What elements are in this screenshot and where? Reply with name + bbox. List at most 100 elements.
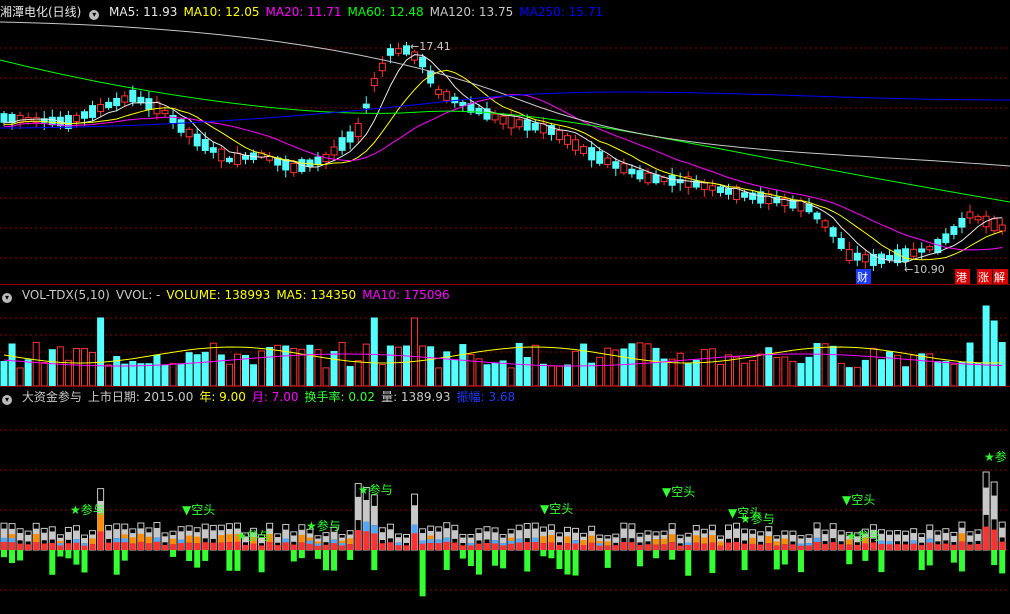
volume-bar bbox=[137, 363, 145, 387]
fund-bar-red bbox=[902, 544, 909, 550]
fund-bar-red bbox=[435, 543, 442, 550]
fund-bar-gray bbox=[202, 529, 209, 539]
fund-bar-gray bbox=[524, 528, 531, 539]
volume-bar bbox=[403, 345, 410, 387]
volume-bar bbox=[483, 364, 491, 387]
candlestick bbox=[467, 103, 475, 113]
fund-bar-red bbox=[41, 543, 48, 550]
fund-bar-red bbox=[379, 543, 386, 550]
fund-bar-gray bbox=[628, 529, 635, 539]
candlestick bbox=[0, 113, 8, 123]
collapse-toggle-icon[interactable]: ▾ bbox=[89, 10, 100, 20]
volume-bar bbox=[475, 358, 483, 387]
signal-join-label: ★参与 bbox=[846, 528, 881, 543]
volume-bar bbox=[853, 366, 861, 387]
ma60-line bbox=[0, 59, 1010, 203]
ma120-line bbox=[0, 21, 1010, 167]
volume-bar bbox=[72, 347, 80, 387]
fund-bar-red bbox=[25, 544, 32, 550]
fund-bar-gray bbox=[999, 527, 1006, 538]
candlestick bbox=[950, 226, 958, 235]
signal-join-label: ★参与 bbox=[70, 502, 105, 517]
candlestick bbox=[290, 162, 298, 174]
volume-bar bbox=[169, 362, 177, 387]
volume-bar bbox=[749, 359, 757, 387]
fund-bar-gray bbox=[162, 536, 168, 543]
stock-chart-canvas[interactable]: ←17.41←10.90财港涨解▼空头 ▼空头▼空头▼空头▼空头★参与★参与★参与… bbox=[0, 0, 1010, 614]
fund-bar-red bbox=[298, 542, 305, 550]
fund-bar-red bbox=[854, 544, 861, 550]
fund-bar-red bbox=[588, 542, 595, 550]
fund-bar-red bbox=[636, 544, 643, 550]
fund-bar-outflow bbox=[81, 550, 88, 573]
fund-bar-outflow bbox=[958, 550, 965, 572]
fund-bar-outflow bbox=[918, 550, 925, 571]
fund-bar-gray bbox=[411, 505, 418, 525]
candlestick bbox=[725, 188, 732, 195]
candlestick bbox=[861, 254, 869, 263]
candlestick bbox=[185, 128, 193, 138]
volume-bar bbox=[16, 367, 24, 387]
ma10-line bbox=[3, 69, 1003, 261]
candlestick bbox=[177, 119, 185, 133]
fund-bar-gray bbox=[733, 528, 740, 538]
event-badge-label: 解 bbox=[994, 270, 1005, 284]
fund-bar-red bbox=[274, 545, 281, 550]
candlestick bbox=[193, 133, 201, 147]
fund-bar-orange bbox=[137, 533, 144, 542]
fund-bar-gray bbox=[572, 532, 579, 541]
fund-bar-orange bbox=[170, 538, 177, 545]
volume-bar bbox=[934, 361, 942, 387]
volume-bar bbox=[48, 349, 56, 387]
volume-bar bbox=[250, 364, 258, 387]
volume-bar bbox=[990, 320, 998, 387]
candlestick bbox=[161, 109, 169, 115]
stock-title[interactable]: 湘潭电化(日线) bbox=[0, 5, 81, 19]
volume-bar bbox=[982, 305, 990, 387]
fund-bar-red bbox=[661, 544, 668, 550]
candlestick bbox=[620, 163, 628, 174]
collapse-toggle-icon[interactable]: ▾ bbox=[2, 395, 12, 405]
fund-bar-outflow bbox=[556, 550, 563, 570]
fund-bar-outflow bbox=[170, 550, 177, 557]
fund-bar-orange bbox=[186, 535, 193, 543]
fund-bar-red bbox=[427, 542, 434, 550]
volume-bar bbox=[773, 357, 781, 387]
candlestick bbox=[821, 220, 829, 228]
volume-bar bbox=[652, 347, 660, 387]
volume-bar bbox=[805, 356, 813, 387]
volume-panel-header: ▾ VOL-TDX(5,10) VVOL: - VOLUME: 138993 MA5:… bbox=[0, 287, 462, 303]
fund-bar-outflow bbox=[572, 550, 579, 576]
candlestick bbox=[588, 147, 596, 161]
fund-bar-gray bbox=[991, 495, 998, 520]
fund-bar-orange bbox=[765, 535, 772, 543]
candlestick bbox=[370, 78, 378, 86]
ma5-line bbox=[3, 54, 1003, 263]
candlestick bbox=[942, 233, 950, 244]
fund-bar-red bbox=[363, 531, 370, 550]
collapse-toggle-icon[interactable]: ▾ bbox=[2, 293, 12, 303]
event-badge-label: 港 bbox=[956, 271, 967, 284]
fund-bar-gray bbox=[677, 538, 684, 544]
fund-bar-gray bbox=[902, 534, 909, 542]
fund-bar-outflow bbox=[604, 550, 611, 568]
fund-bar-outflow bbox=[653, 550, 660, 559]
volume-bar bbox=[354, 360, 362, 387]
candlestick bbox=[89, 105, 97, 118]
volume-bar bbox=[330, 350, 338, 387]
ma-label-3: MA60: 12.48 bbox=[347, 5, 424, 19]
fund-bar-red bbox=[709, 542, 716, 550]
fund-bar-red bbox=[975, 543, 982, 550]
candlestick bbox=[354, 123, 362, 137]
volume-bar bbox=[314, 349, 322, 387]
fund-bar-red bbox=[162, 544, 168, 550]
candlestick bbox=[757, 191, 765, 204]
volume-bar bbox=[306, 344, 314, 387]
fund-bar-outflow bbox=[49, 550, 56, 575]
fund-bar-orange bbox=[298, 534, 305, 543]
fund-bar-gray bbox=[17, 532, 24, 541]
fund-bar-red bbox=[677, 545, 684, 550]
volume-bar bbox=[588, 362, 596, 387]
fund-bar-orange bbox=[548, 534, 555, 543]
volume-bar bbox=[161, 364, 169, 387]
